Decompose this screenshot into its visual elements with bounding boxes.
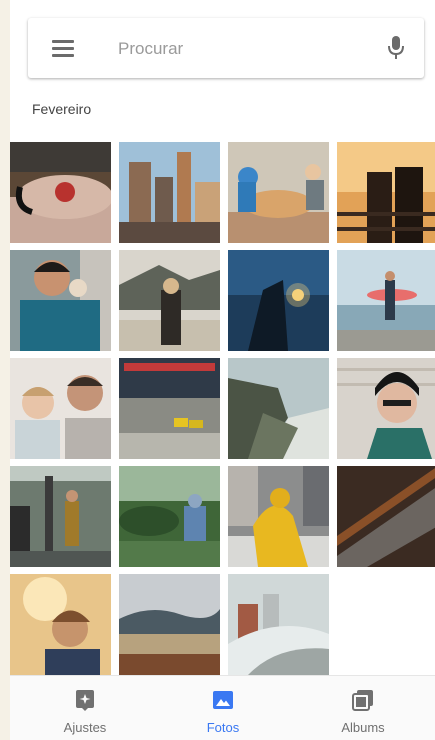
photo-thumbnail[interactable] xyxy=(119,574,220,675)
hamburger-menu-icon[interactable] xyxy=(52,40,74,57)
nav-label-ajustes: Ajustes xyxy=(63,720,107,735)
photo-thumbnail[interactable] xyxy=(10,358,111,459)
photo-thumbnail[interactable] xyxy=(10,574,111,675)
photo-thumbnail[interactable] xyxy=(228,142,329,243)
photo-thumbnail[interactable] xyxy=(119,466,220,567)
photo-thumbnail[interactable] xyxy=(119,358,220,459)
photo-thumbnail[interactable] xyxy=(10,142,111,243)
albums-icon xyxy=(351,688,375,712)
photo-thumbnail[interactable] xyxy=(228,574,329,675)
photo-thumbnail[interactable] xyxy=(119,250,220,351)
app-screen: Fevereiro xyxy=(10,0,435,740)
section-title: Fevereiro xyxy=(32,101,92,117)
photo-thumbnail[interactable] xyxy=(10,250,111,351)
photo-icon xyxy=(211,688,235,712)
nav-item-fotos[interactable]: Fotos xyxy=(153,676,293,740)
photo-thumbnail[interactable] xyxy=(337,250,435,351)
photo-thumbnail[interactable] xyxy=(228,466,329,567)
search-bar[interactable] xyxy=(28,18,424,78)
nav-item-ajustes[interactable]: Ajustes xyxy=(15,676,155,740)
adjust-icon xyxy=(73,688,97,712)
photo-thumbnail[interactable] xyxy=(337,358,435,459)
photo-thumbnail[interactable] xyxy=(337,142,435,243)
search-input[interactable] xyxy=(116,35,360,63)
photo-thumbnail[interactable] xyxy=(119,142,220,243)
bottom-navigation: Ajustes Fotos Albums xyxy=(10,675,435,740)
photo-thumbnail[interactable] xyxy=(228,250,329,351)
nav-label-albums: Albums xyxy=(341,720,385,735)
nav-item-albums[interactable]: Albums xyxy=(293,676,433,740)
photo-thumbnail[interactable] xyxy=(10,466,111,567)
microphone-icon[interactable] xyxy=(386,34,406,62)
photo-thumbnail[interactable] xyxy=(228,358,329,459)
photo-thumbnail[interactable] xyxy=(337,466,435,567)
nav-label-fotos: Fotos xyxy=(206,720,240,735)
